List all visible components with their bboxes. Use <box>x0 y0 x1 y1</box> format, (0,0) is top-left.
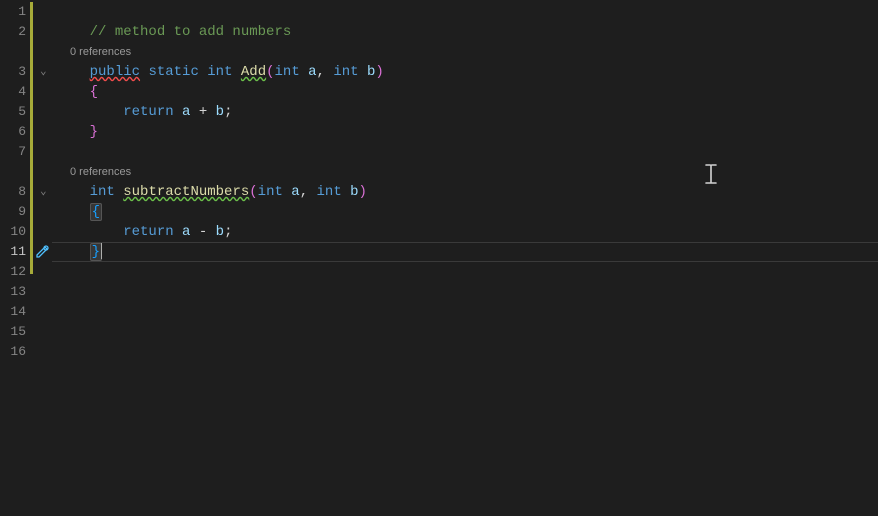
identifier: a <box>182 104 190 120</box>
caret <box>101 243 102 259</box>
code-line[interactable]: return a + b; <box>52 102 878 122</box>
keyword: static <box>148 64 198 80</box>
line-number-spacer <box>0 162 30 182</box>
parameter: a <box>308 64 316 80</box>
line-number: 11 <box>0 242 30 262</box>
chevron-down-icon[interactable]: ⌄ <box>40 65 50 79</box>
parameter: b <box>350 184 358 200</box>
code-line[interactable]: ⌄ public static int Add(int a, int b) <box>52 62 878 82</box>
type: int <box>207 64 232 80</box>
type: int <box>275 64 300 80</box>
type: int <box>317 184 342 200</box>
code-line[interactable]: ⌄ int subtractNumbers(int a, int b) <box>52 182 878 202</box>
code-editor[interactable]: // method to add numbers 0 references ⌄ … <box>52 0 878 516</box>
line-number: 9 <box>0 202 30 222</box>
paren: ( <box>266 64 274 80</box>
code-line[interactable]: { <box>52 82 878 102</box>
codelens[interactable]: 0 references <box>52 162 878 182</box>
chevron-down-icon[interactable]: ⌄ <box>40 185 50 199</box>
code-line[interactable]: } <box>52 122 878 142</box>
paren: ( <box>249 184 257 200</box>
semicolon: ; <box>224 104 232 120</box>
semicolon: ; <box>224 224 232 240</box>
identifier: a <box>182 224 190 240</box>
code-line[interactable] <box>52 322 878 342</box>
paren: ) <box>375 64 383 80</box>
line-number: 12 <box>0 262 30 282</box>
code-line[interactable] <box>52 342 878 362</box>
line-number: 6 <box>0 122 30 142</box>
type: int <box>258 184 283 200</box>
keyword: return <box>123 104 173 120</box>
keyword: return <box>123 224 173 240</box>
line-number-gutter: 1 2 3 4 5 6 7 8 9 10 11 12 13 14 15 16 <box>0 0 30 516</box>
code-line[interactable] <box>52 142 878 162</box>
line-number-spacer <box>0 42 30 62</box>
code-line[interactable]: } <box>52 242 878 262</box>
line-number: 13 <box>0 282 30 302</box>
function-name: Add <box>241 64 266 80</box>
code-line[interactable] <box>52 2 878 22</box>
paren: ) <box>359 184 367 200</box>
change-indicator <box>30 2 33 274</box>
code-line[interactable] <box>52 262 878 282</box>
comment-text: // method to add numbers <box>90 24 292 40</box>
codelens[interactable]: 0 references <box>52 42 878 62</box>
parameter: a <box>291 184 299 200</box>
line-number: 15 <box>0 322 30 342</box>
brace: } <box>90 124 98 140</box>
code-line[interactable] <box>52 302 878 322</box>
line-number: 1 <box>0 2 30 22</box>
code-line[interactable]: return a - b; <box>52 222 878 242</box>
code-line[interactable] <box>52 282 878 302</box>
identifier: b <box>216 104 224 120</box>
code-line[interactable]: // method to add numbers <box>52 22 878 42</box>
line-number: 14 <box>0 302 30 322</box>
comma: , <box>300 184 308 200</box>
brush-icon <box>35 243 51 259</box>
brace: { <box>90 203 102 221</box>
type: int <box>333 64 358 80</box>
line-number: 8 <box>0 182 30 202</box>
code-line[interactable]: { <box>52 202 878 222</box>
line-number: 7 <box>0 142 30 162</box>
function-name: subtractNumbers <box>123 184 249 200</box>
line-number: 2 <box>0 22 30 42</box>
line-number: 5 <box>0 102 30 122</box>
line-number: 4 <box>0 82 30 102</box>
line-number: 16 <box>0 342 30 362</box>
identifier: b <box>216 224 224 240</box>
type: int <box>90 184 115 200</box>
keyword: public <box>90 64 140 80</box>
line-number: 10 <box>0 222 30 242</box>
operator: - <box>199 224 207 240</box>
operator: + <box>199 104 207 120</box>
brace: { <box>90 84 98 100</box>
line-number: 3 <box>0 62 30 82</box>
comma: , <box>317 64 325 80</box>
